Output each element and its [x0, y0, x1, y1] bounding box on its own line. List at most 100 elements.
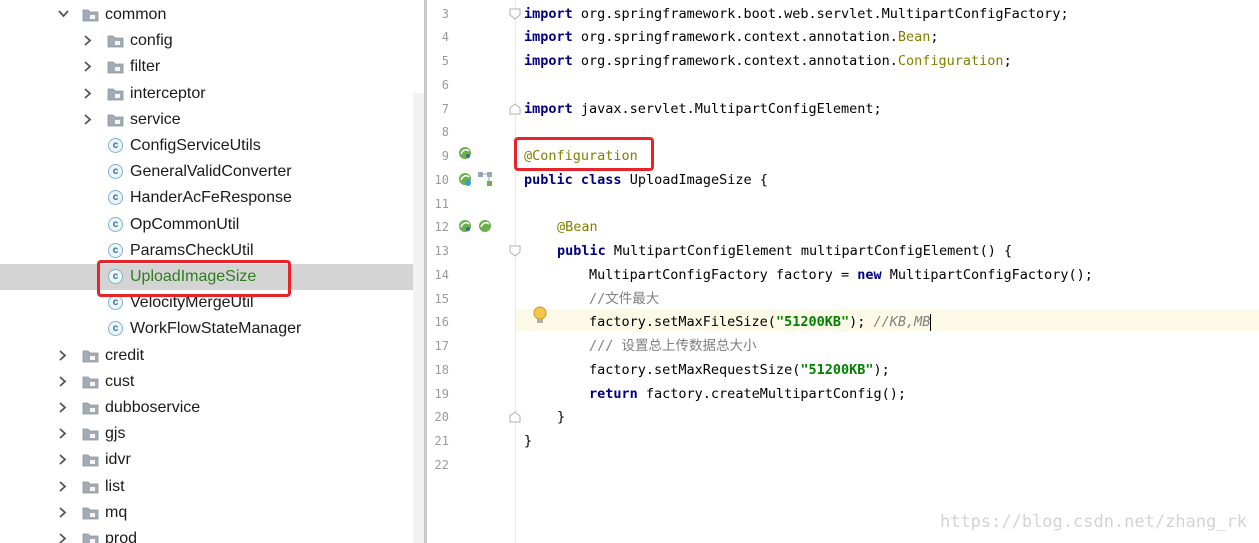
java-class-icon: c	[108, 243, 123, 258]
spring-bean-icon[interactable]	[457, 218, 473, 234]
code-text: factory.createMultipartConfig();	[637, 386, 906, 402]
keyword: import	[524, 101, 573, 117]
chevron-right-icon[interactable]	[58, 350, 67, 361]
code-text: factory.setMaxRequestSize(	[589, 362, 801, 378]
comment: //文件最大	[589, 291, 660, 307]
keyword: class	[580, 172, 622, 188]
tree-item-label: config	[130, 32, 173, 49]
tree-folder-item[interactable]: idvr	[0, 447, 424, 473]
string-literal: "51200KB"	[775, 314, 850, 330]
spring-bean-icon[interactable]	[457, 171, 473, 187]
tree-class-item[interactable]: c OpCommonUtil	[0, 212, 424, 238]
tree-folder-item[interactable]: interceptor	[0, 81, 424, 107]
chevron-right-icon[interactable]	[83, 114, 92, 125]
tree-folder-item[interactable]: gjs	[0, 421, 424, 447]
folder-icon	[107, 60, 124, 74]
spring-bean-icon[interactable]	[477, 218, 493, 234]
folder-icon	[82, 480, 99, 494]
code-line-12: @Bean	[557, 217, 598, 237]
chevron-right-icon[interactable]	[58, 454, 67, 465]
fold-marker-icon[interactable]	[509, 411, 521, 423]
code-line-21: }	[524, 431, 532, 451]
line-number: 8	[441, 125, 449, 139]
code-text: }	[557, 409, 566, 425]
line-number: 22	[434, 458, 449, 472]
diagram-icon[interactable]	[477, 171, 493, 187]
chevron-down-icon[interactable]	[58, 9, 69, 18]
configuration-highlight-box	[514, 137, 654, 171]
keyword: import	[524, 6, 573, 22]
chevron-right-icon[interactable]	[58, 533, 67, 543]
code-text: org.springframework.boot.web.servlet.Mul…	[572, 6, 1069, 22]
code-text: javax.servlet.MultipartConfigElement;	[572, 101, 882, 117]
tree-item-label: HanderAcFeResponse	[130, 189, 292, 206]
tree-folder-item[interactable]: list	[0, 474, 424, 500]
gutter-separator	[515, 0, 516, 543]
code-text: ;	[930, 29, 939, 45]
tree-class-item[interactable]: c WorkFlowStateManager	[0, 316, 424, 342]
line-number: 20	[434, 410, 449, 424]
chevron-right-icon[interactable]	[58, 402, 67, 413]
tree-item-label: GeneralValidConverter	[130, 163, 292, 180]
keyword: import	[524, 29, 573, 45]
tree-folder-item[interactable]: dubboservice	[0, 395, 424, 421]
code-line-14: MultipartConfigFactory factory = new Mul…	[589, 265, 1093, 285]
tree-folder-item[interactable]: mq	[0, 500, 424, 526]
tree-scrollbar[interactable]	[413, 93, 424, 543]
tree-folder-item[interactable]: common	[0, 2, 424, 28]
spring-bean-icon[interactable]	[457, 145, 473, 161]
tree-folder-item[interactable]: service	[0, 107, 424, 133]
chevron-right-icon[interactable]	[58, 481, 67, 492]
tree-item-label: list	[105, 478, 125, 495]
folder-icon	[82, 349, 99, 363]
tree-item-label: gjs	[105, 425, 126, 442]
line-number: 19	[434, 387, 449, 401]
tree-class-item[interactable]: c ConfigServiceUtils	[0, 133, 424, 159]
code-text: org.springframework.context.annotation.	[572, 53, 898, 69]
chevron-right-icon[interactable]	[58, 376, 67, 387]
code-line-13: public MultipartConfigElement multipartC…	[557, 241, 1012, 261]
tree-folder-item[interactable]: credit	[0, 343, 424, 369]
fold-marker-icon[interactable]	[509, 245, 521, 257]
java-class-icon: c	[108, 321, 123, 336]
chevron-right-icon[interactable]	[58, 428, 67, 439]
chevron-right-icon[interactable]	[58, 507, 67, 518]
tree-class-item[interactable]: c HanderAcFeResponse	[0, 185, 424, 211]
tree-class-item[interactable]: c GeneralValidConverter	[0, 159, 424, 185]
code-line-18: factory.setMaxRequestSize("51200KB");	[589, 360, 890, 380]
folder-icon	[82, 375, 99, 389]
chevron-right-icon[interactable]	[83, 61, 92, 72]
line-number: 15	[434, 292, 449, 306]
code-text: org.springframework.context.annotation.	[572, 29, 898, 45]
fold-marker-icon[interactable]	[509, 8, 521, 20]
chevron-right-icon[interactable]	[83, 88, 92, 99]
code-editor[interactable]: 3 4 5 6 7 8 9 10 11 12 13 14 15 16 17 18…	[427, 0, 1259, 543]
chevron-right-icon[interactable]	[83, 35, 92, 46]
code-text: MultipartConfigElement multipartConfigEl…	[605, 243, 1013, 259]
tree-folder-item[interactable]: cust	[0, 369, 424, 395]
annotation-class: Configuration	[897, 53, 1004, 69]
comment: //KB,MB	[873, 314, 931, 330]
tree-folder-item[interactable]: prod	[0, 526, 424, 543]
code-text: }	[524, 433, 533, 449]
code-text: );	[849, 314, 874, 330]
code-line-15: //文件最大	[589, 289, 659, 309]
line-number: 18	[434, 363, 449, 377]
bean-annotation: @Bean	[557, 219, 598, 235]
line-number: 10	[434, 173, 449, 187]
tree-folder-item[interactable]: filter	[0, 54, 424, 80]
lightbulb-icon[interactable]	[532, 306, 548, 326]
line-number: 5	[441, 54, 449, 68]
fold-marker-icon[interactable]	[509, 103, 521, 115]
code-text: MultipartConfigFactory factory =	[589, 267, 858, 283]
java-class-icon: c	[108, 217, 123, 232]
watermark: https://blog.csdn.net/zhang_rk	[939, 512, 1247, 532]
tree-folder-item[interactable]: config	[0, 28, 424, 54]
line-number: 6	[441, 78, 449, 92]
code-text: UploadImageSize {	[621, 172, 768, 188]
code-text: ;	[1003, 53, 1012, 69]
folder-icon	[107, 113, 124, 127]
code-line-20: }	[557, 407, 565, 427]
line-number: 16	[434, 315, 449, 329]
string-literal: "51200KB"	[800, 362, 874, 378]
